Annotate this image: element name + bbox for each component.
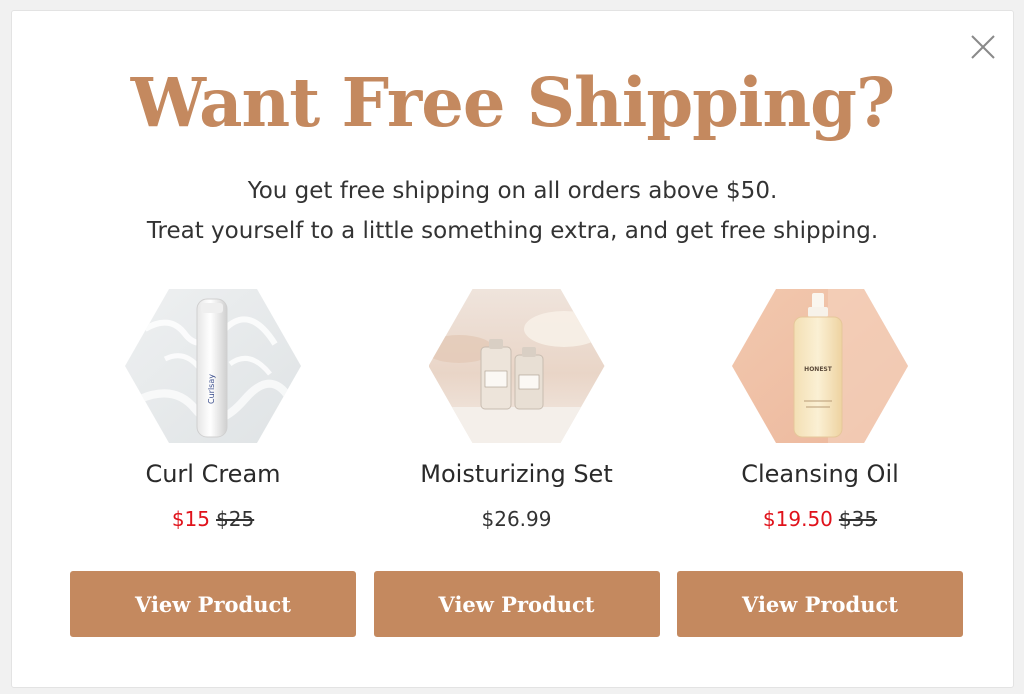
subtitle-line-1: You get free shipping on all orders abov… xyxy=(247,178,778,204)
product-card-cleansing-oil: HONEST Cleansing Oil $19.50 $35 View Prod… xyxy=(677,289,963,649)
product-price: $26.99 xyxy=(482,505,552,533)
sale-price: $15 xyxy=(171,507,210,531)
close-icon xyxy=(971,35,995,59)
product-list: Curlsay Curl Cream $15$25 View Product xyxy=(70,289,963,649)
free-shipping-popup: Want Free Shipping? You get free shippin… xyxy=(11,10,1014,688)
cleansing-oil-bottle-image[interactable]: HONEST xyxy=(732,289,908,443)
regular-price: $26.99 xyxy=(481,507,552,531)
curl-cream-bottle-label: Curlsay xyxy=(207,374,216,404)
product-card-curl-cream: Curlsay Curl Cream $15 $25 View Product xyxy=(70,289,356,649)
product-price: $19.50 $35 xyxy=(763,505,877,533)
cleansing-oil-bottle-label: HONEST xyxy=(804,366,833,373)
subtitle-line-2: Treat yourself to a little something ext… xyxy=(146,218,879,244)
close-button[interactable] xyxy=(967,31,999,63)
product-card-moisturizing-set: Moisturizing Set $26.99 View Product xyxy=(373,289,660,649)
product-price: $15 $25 xyxy=(172,505,254,533)
product-name: Curl Cream xyxy=(145,460,281,488)
popup-subtitle: You get free shipping on all orders abov… xyxy=(12,171,1013,251)
curl-cream-bottle-image[interactable]: Curlsay xyxy=(125,289,301,443)
original-price: $25 xyxy=(216,507,255,531)
view-product-button[interactable]: View Product xyxy=(677,571,963,637)
view-product-button[interactable]: View Product xyxy=(70,571,356,637)
sale-price: $19.50 xyxy=(762,507,833,531)
popup-title: Want Free Shipping? xyxy=(130,63,896,142)
product-name: Moisturizing Set xyxy=(420,460,613,488)
product-name: Cleansing Oil xyxy=(741,460,899,488)
moisturizing-set-image[interactable] xyxy=(428,289,605,443)
original-price: $35 xyxy=(838,507,878,531)
view-product-button[interactable]: View Product xyxy=(373,571,660,637)
